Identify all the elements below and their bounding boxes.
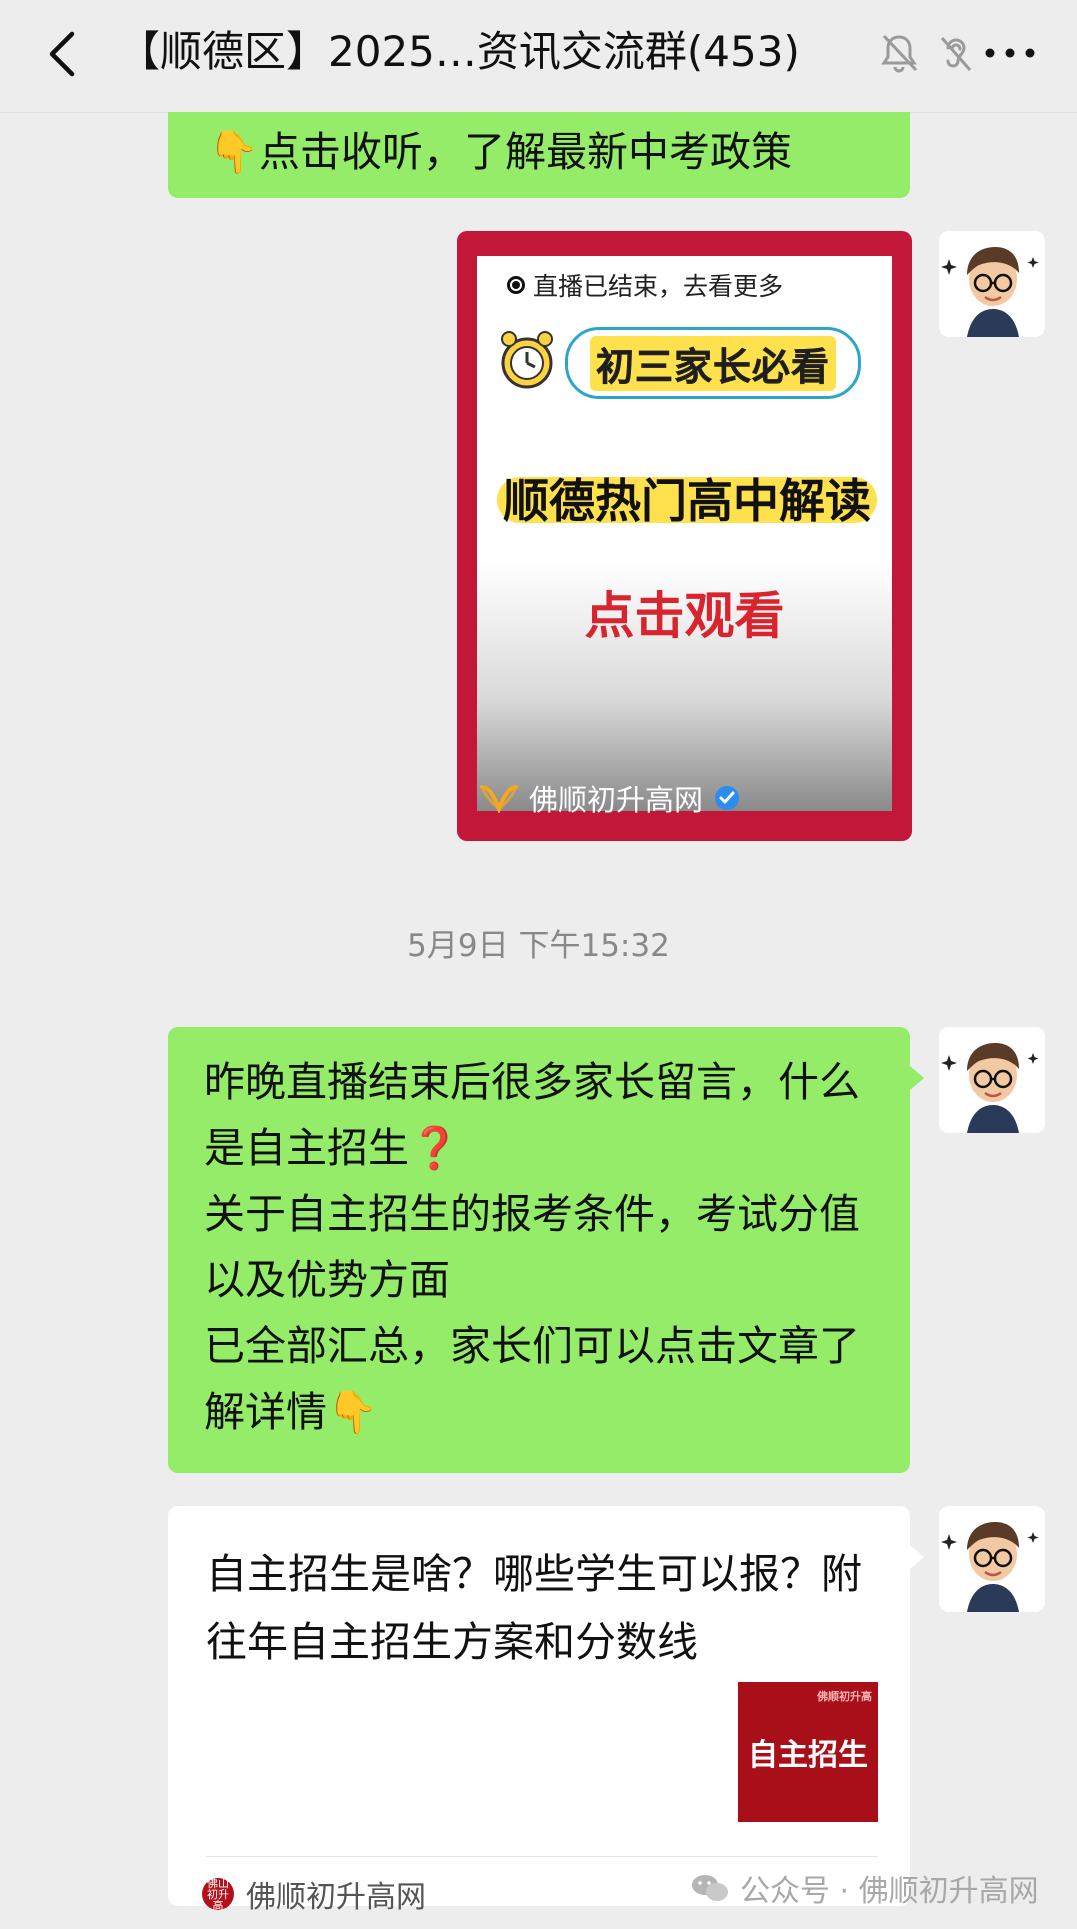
channel-name: 佛顺初升高网 bbox=[529, 783, 704, 817]
article-thumbnail: 佛顺初升高 自主招生 bbox=[738, 1682, 878, 1822]
article-source: 佛山初升高 佛顺初升高网 bbox=[202, 1872, 426, 1916]
source-name: 佛顺初升高网 bbox=[246, 1880, 426, 1915]
avatar-cartoon-icon bbox=[939, 1027, 1045, 1133]
timestamp: 5月9日 下午15:32 bbox=[407, 928, 670, 964]
bubble-tail bbox=[910, 1545, 924, 1569]
live-video-card[interactable]: 直播已结束，去看更多 初三家长必看 顺德热门高中解读 点击观看 佛顺初升高网 bbox=[457, 231, 912, 841]
sender-avatar[interactable] bbox=[939, 231, 1045, 337]
chat-header: 【顺德区】2025…资讯交流群(453) bbox=[0, 0, 1077, 113]
article-title: 自主招生是啥？哪些学生可以报？附往年自主招生方案和分数线 bbox=[206, 1550, 862, 1666]
mute-bell-icon bbox=[881, 34, 918, 73]
verified-badge-icon bbox=[715, 786, 740, 810]
bubble-tail bbox=[910, 1066, 924, 1090]
live-ended-badge[interactable]: 直播已结束，去看更多 bbox=[497, 263, 794, 307]
ear-icon bbox=[940, 37, 972, 71]
channel-info[interactable]: 佛顺初升高网 bbox=[479, 777, 741, 819]
sender-avatar[interactable] bbox=[939, 1027, 1045, 1133]
wechat-icon bbox=[692, 1875, 728, 1901]
channel-logo-icon bbox=[480, 785, 518, 813]
text-message-bubble[interactable]: 昨晚直播结束后很多家长留言，什么是自主招生❓ 关于自主招生的报考条件，考试分值以… bbox=[168, 1027, 910, 1473]
sender-avatar[interactable] bbox=[939, 1506, 1045, 1612]
watch-now-label: 点击观看 bbox=[584, 587, 785, 645]
live-status-label: 直播已结束，去看更多 bbox=[533, 272, 784, 301]
text-message-bubble[interactable]: 👇点击收听，了解最新中考政策 bbox=[168, 112, 910, 198]
live-record-icon bbox=[507, 276, 525, 294]
video-headline: 顺德热门高中解读 bbox=[497, 463, 877, 533]
video-tag: 初三家长必看 bbox=[565, 327, 861, 399]
card-divider bbox=[206, 1856, 878, 1857]
wechat-watermark: 公众号 · 佛顺初升高网 bbox=[690, 1866, 1039, 1910]
source-logo-icon: 佛山初升高 bbox=[202, 1878, 234, 1911]
watermark-text: 公众号 · 佛顺初升高网 bbox=[740, 1874, 1039, 1909]
avatar-cartoon-icon bbox=[939, 1506, 1045, 1612]
chat-title: 【顺德区】2025…资讯交流群(453) bbox=[118, 27, 800, 76]
message-text: 👇点击收听，了解最新中考政策 bbox=[208, 128, 793, 176]
article-card[interactable]: 自主招生是啥？哪些学生可以报？附往年自主招生方案和分数线 佛顺初升高 自主招生 … bbox=[168, 1506, 910, 1915]
avatar-cartoon-icon bbox=[939, 231, 1045, 337]
alarm-clock-icon bbox=[501, 331, 553, 389]
more-options-icon[interactable] bbox=[980, 30, 1040, 76]
message-text: 昨晚直播结束后很多家长留言，什么是自主招生❓ 关于自主招生的报考条件，考试分值以… bbox=[204, 1058, 860, 1436]
back-arrow-icon[interactable] bbox=[38, 26, 86, 82]
